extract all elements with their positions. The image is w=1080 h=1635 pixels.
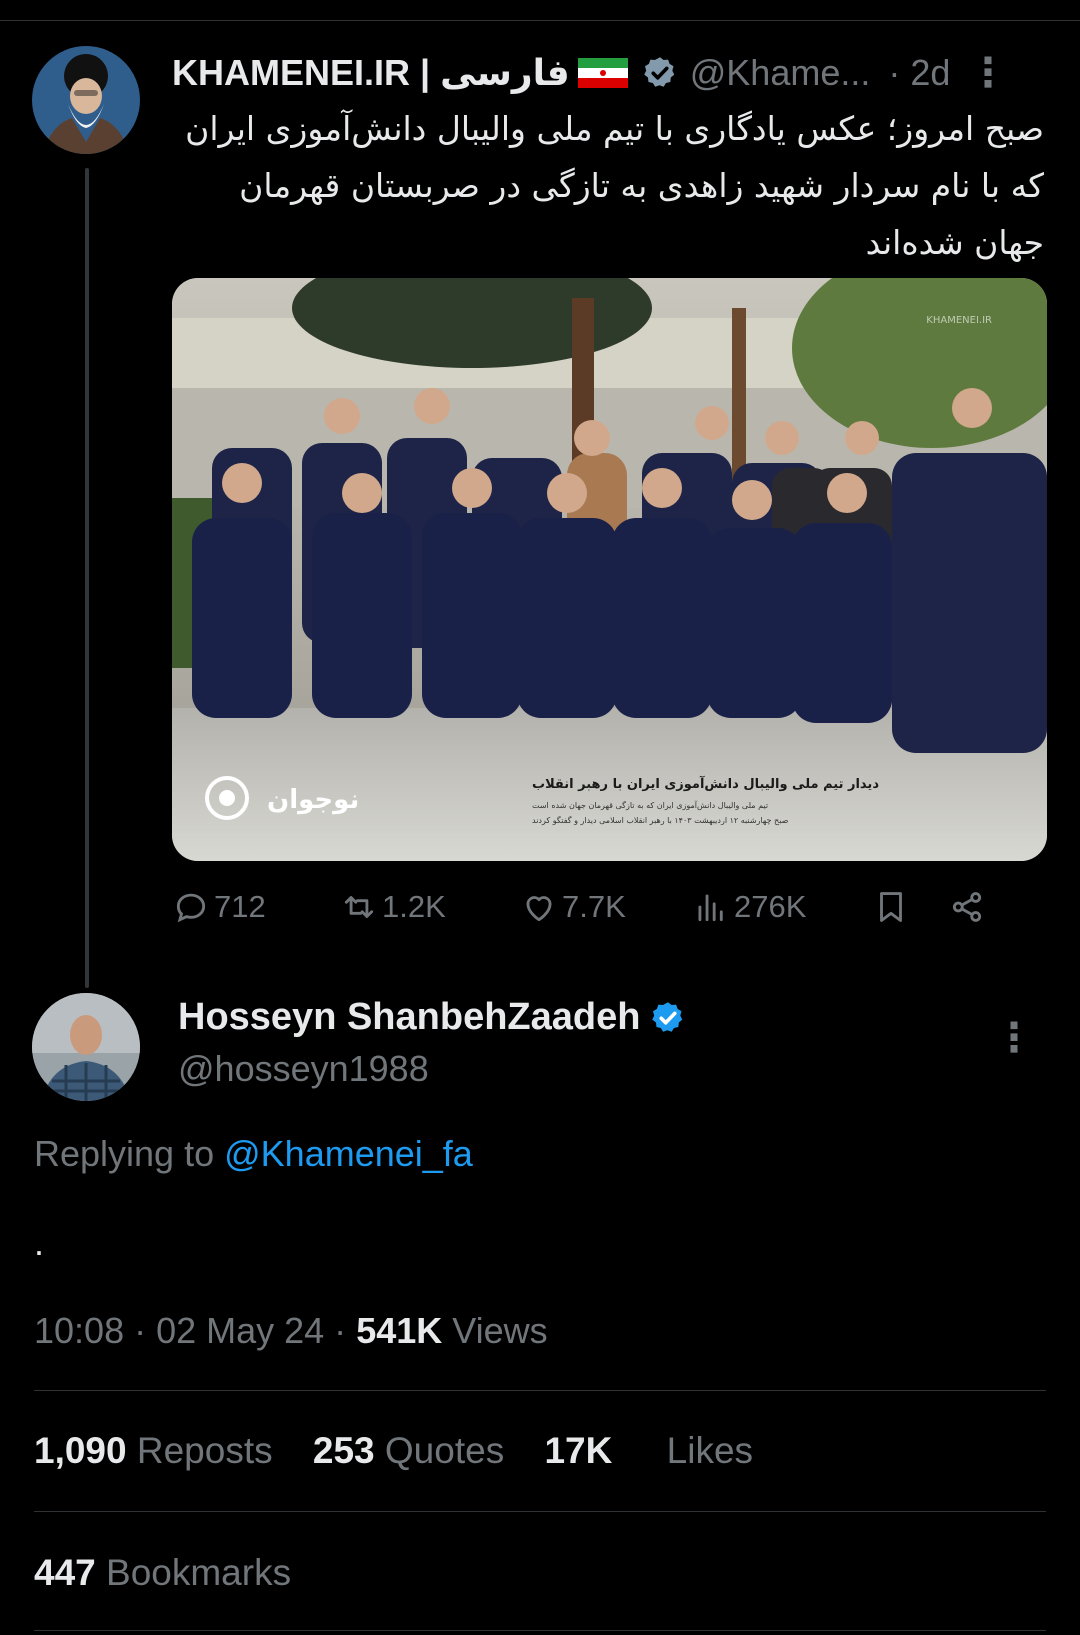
verified-blue-badge-icon — [652, 1001, 683, 1032]
bookmarks-stat[interactable]: 447 Bookmarks — [34, 1552, 291, 1594]
share-action[interactable] — [948, 888, 990, 926]
verified-gray-badge-icon — [643, 57, 674, 87]
like-action[interactable]: 7.7K — [520, 888, 626, 926]
reposts-label: Reposts — [136, 1430, 273, 1471]
photo-caption-line2: تیم ملی والیبال دانش‌آموزی ایران که به ت… — [532, 800, 768, 810]
tweet-time-ago[interactable]: · 2d — [888, 52, 950, 94]
author-avatar[interactable] — [32, 46, 140, 154]
replying-to-handle-link[interactable]: @Khamenei_fa — [224, 1133, 473, 1174]
engagement-stats-row: 1,090 Reposts 253 Quotes 17K Likes — [34, 1430, 783, 1472]
reply-text: . — [34, 1222, 45, 1263]
tweet-action-bar: 712 1.2K 7.7K 276K — [172, 888, 1052, 938]
photo-caption-line3: صبح چهارشنبه ۱۲ اردیبهشت ۱۴۰۳ با رهبر ان… — [532, 815, 789, 825]
reply-views-label: Views — [452, 1310, 548, 1351]
iran-flag-icon — [577, 58, 628, 88]
reply-more-options-icon[interactable]: ⋮ — [994, 1015, 1034, 1061]
quotes-stat[interactable]: 253 Quotes — [313, 1430, 515, 1471]
repost-icon — [344, 896, 374, 918]
divider — [34, 1390, 1046, 1391]
top-divider — [0, 20, 1080, 21]
bookmarks-label: Bookmarks — [106, 1552, 292, 1593]
views-action[interactable]: 276K — [692, 888, 806, 926]
replying-to-line: Replying to @Khamenei_fa — [34, 1133, 473, 1175]
reply-author-handle[interactable]: @hosseyn1988 — [178, 1048, 429, 1090]
photo-logo-text: نوجوان — [267, 785, 359, 815]
repost-action[interactable]: 1.2K — [340, 888, 446, 926]
reply-views-count: 541K — [356, 1310, 443, 1351]
reply-meta-line: 10:08 · 02 May 24 · 541K Views — [34, 1310, 548, 1352]
tweet-text: صبح امروز؛ عکس یادگاری با تیم ملی والیبا… — [185, 109, 1044, 262]
quotes-label: Quotes — [384, 1430, 505, 1471]
reply-bubble-icon — [176, 893, 206, 923]
likes-stat[interactable]: 17K Likes — [544, 1430, 753, 1471]
tweet-photo[interactable]: نوجوان دیدار تیم ملی والیبال دانش‌آموزی … — [172, 278, 1047, 861]
reply-author-name-row: Hosseyn ShanbehZaadeh — [178, 996, 686, 1039]
photo-caption-title: دیدار تیم ملی والیبال دانش‌آموزی ایران ب… — [532, 775, 879, 792]
divider — [34, 1511, 1046, 1512]
repost-count: 1.2K — [382, 889, 446, 924]
heart-icon — [526, 896, 552, 922]
thread-connector-line — [85, 168, 89, 988]
likes-label: Likes — [666, 1430, 754, 1471]
author-name[interactable]: KHAMENEI.IR | فارسی — [172, 52, 570, 94]
reply-author-avatar[interactable] — [32, 993, 140, 1101]
quotes-count: 253 — [312, 1430, 375, 1471]
bookmark-action[interactable] — [872, 888, 914, 926]
divider — [34, 1630, 1046, 1631]
more-options-icon[interactable]: ⋮ — [968, 50, 1008, 96]
tweet-header: KHAMENEI.IR | فارسی @Khame... · 2d ⋮ — [172, 48, 1052, 98]
views-count: 276K — [734, 889, 807, 924]
reply-action[interactable]: 712 — [172, 888, 266, 926]
views-chart-icon — [698, 894, 723, 922]
likes-count: 17K — [544, 1430, 613, 1471]
reposts-count: 1,090 — [34, 1430, 127, 1471]
bookmarks-count: 447 — [34, 1552, 96, 1593]
bookmark-icon — [880, 892, 902, 922]
reposts-stat[interactable]: 1,090 Reposts — [34, 1430, 283, 1471]
share-icon — [952, 892, 982, 922]
reply-author-name[interactable]: Hosseyn ShanbehZaadeh — [178, 996, 640, 1039]
author-handle[interactable]: @Khame... — [690, 52, 871, 94]
replying-prefix: Replying to — [34, 1133, 215, 1174]
photo-watermark: KHAMENEI.IR — [926, 315, 992, 326]
reply-count: 712 — [214, 889, 266, 924]
like-count: 7.7K — [562, 889, 626, 924]
reply-timestamp[interactable]: 10:08 · 02 May 24 · — [34, 1310, 346, 1351]
